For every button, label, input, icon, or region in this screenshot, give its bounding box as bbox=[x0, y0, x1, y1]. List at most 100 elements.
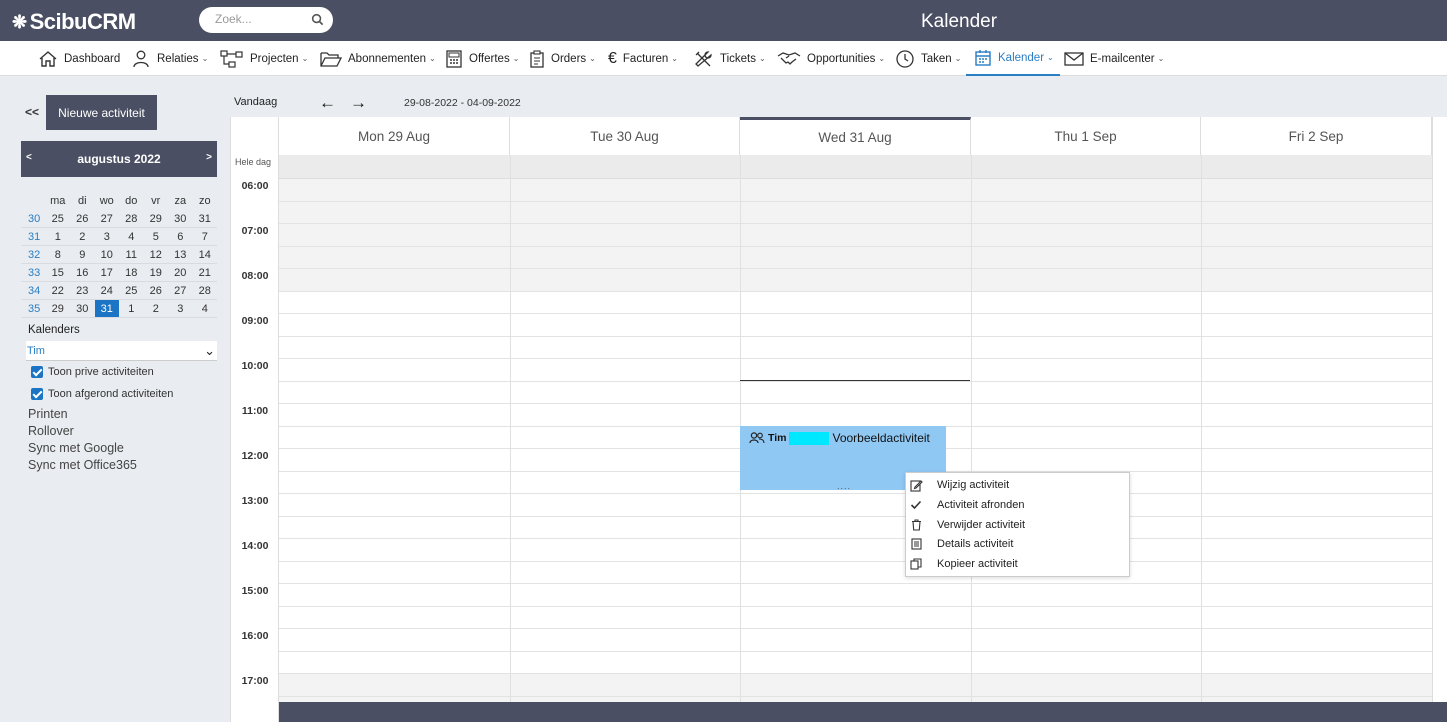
mini-calendar-day[interactable]: 18 bbox=[119, 264, 144, 281]
mini-calendar-day[interactable]: 4 bbox=[193, 300, 218, 317]
search-icon[interactable] bbox=[311, 13, 324, 26]
nav-tickets[interactable]: Tickets ⌄ bbox=[694, 41, 766, 76]
bottom-scrollbar[interactable] bbox=[279, 702, 1447, 722]
sync-google-link[interactable]: Sync met Google bbox=[28, 441, 124, 455]
day-header[interactable]: Mon 29 Aug bbox=[279, 117, 510, 155]
time-slot[interactable] bbox=[279, 652, 1433, 674]
mini-calendar-day[interactable]: 12 bbox=[144, 246, 169, 263]
time-slot[interactable] bbox=[279, 292, 1433, 314]
time-slot[interactable] bbox=[279, 179, 1433, 202]
mini-calendar-day[interactable]: 31 bbox=[193, 210, 218, 227]
nav-emailcenter[interactable]: E-mailcenter ⌄ bbox=[1064, 41, 1164, 76]
nav-opportunities[interactable]: Opportunities ⌄ bbox=[777, 41, 885, 76]
mini-calendar-day[interactable]: 5 bbox=[144, 228, 169, 245]
new-activity-button[interactable]: Nieuwe activiteit bbox=[46, 95, 157, 130]
mini-calendar-day[interactable]: 28 bbox=[119, 210, 144, 227]
search-box[interactable] bbox=[199, 7, 333, 33]
mini-calendar-day[interactable]: 4 bbox=[119, 228, 144, 245]
mini-calendar-day[interactable]: 26 bbox=[144, 282, 169, 299]
search-input[interactable] bbox=[215, 12, 310, 26]
mini-calendar-day[interactable]: 3 bbox=[168, 300, 193, 317]
mini-calendar-day[interactable]: 28 bbox=[193, 282, 218, 299]
mini-calendar-day[interactable]: 22 bbox=[46, 282, 71, 299]
mini-calendar-day[interactable]: 25 bbox=[46, 210, 71, 227]
mini-calendar-day[interactable]: 1 bbox=[119, 300, 144, 317]
menu-activity-details[interactable]: Details activiteit bbox=[906, 534, 1129, 554]
show-completed-checkbox[interactable]: Toon afgerond activiteiten bbox=[31, 388, 173, 400]
time-slot[interactable] bbox=[279, 607, 1433, 629]
mini-calendar-day[interactable]: 29 bbox=[144, 210, 169, 227]
week-number[interactable]: 34 bbox=[21, 282, 46, 299]
nav-kalender[interactable]: Kalender ⌄ bbox=[966, 41, 1060, 76]
mini-calendar-day[interactable]: 24 bbox=[95, 282, 120, 299]
nav-abonnementen[interactable]: Abonnementen ⌄ bbox=[320, 41, 436, 76]
mini-calendar-day[interactable]: 2 bbox=[144, 300, 169, 317]
mini-calendar-day[interactable]: 16 bbox=[70, 264, 95, 281]
time-slot[interactable] bbox=[279, 359, 1433, 382]
menu-complete-activity[interactable]: Activiteit afronden bbox=[906, 495, 1129, 515]
event-resize-handle[interactable]: .... bbox=[837, 481, 851, 491]
nav-taken[interactable]: Taken ⌄ bbox=[895, 41, 961, 76]
mini-calendar-day[interactable]: 15 bbox=[46, 264, 71, 281]
time-slot[interactable] bbox=[279, 674, 1433, 697]
mini-calendar-day[interactable]: 29 bbox=[46, 300, 71, 317]
nav-facturen[interactable]: € Facturen ⌄ bbox=[608, 41, 678, 76]
mini-calendar-day[interactable]: 17 bbox=[95, 264, 120, 281]
time-slot[interactable] bbox=[279, 269, 1433, 292]
week-number[interactable]: 32 bbox=[21, 246, 46, 263]
all-day-row[interactable] bbox=[279, 155, 1433, 179]
nav-relaties[interactable]: Relaties ⌄ bbox=[131, 41, 208, 76]
next-week-arrow-icon[interactable]: → bbox=[350, 93, 367, 113]
day-header[interactable]: Tue 30 Aug bbox=[510, 117, 740, 155]
menu-delete-activity[interactable]: Verwijder activiteit bbox=[906, 515, 1129, 535]
mini-calendar-day[interactable]: 14 bbox=[193, 246, 218, 263]
mini-calendar-day[interactable]: 23 bbox=[70, 282, 95, 299]
previous-week-arrow-icon[interactable]: ← bbox=[319, 93, 336, 113]
time-slot[interactable] bbox=[279, 539, 1433, 562]
menu-copy-activity[interactable]: Kopieer activiteit bbox=[906, 554, 1129, 574]
mini-calendar-day-selected[interactable]: 31 bbox=[94, 300, 119, 317]
show-private-checkbox[interactable]: Toon prive activiteiten bbox=[31, 366, 154, 378]
mini-calendar-day[interactable]: 10 bbox=[95, 246, 120, 263]
next-month-button[interactable]: > bbox=[206, 152, 212, 163]
time-slot[interactable] bbox=[279, 382, 1433, 404]
time-slot[interactable] bbox=[279, 246, 1433, 269]
day-header-today[interactable]: Wed 31 Aug bbox=[740, 117, 971, 155]
app-logo[interactable]: ❋ ScibuCRM bbox=[12, 9, 136, 35]
collapse-sidebar-button[interactable]: << bbox=[25, 105, 39, 119]
time-slot[interactable] bbox=[279, 314, 1433, 337]
mini-calendar-day[interactable]: 2 bbox=[70, 228, 95, 245]
time-slot[interactable] bbox=[279, 224, 1433, 247]
time-slot[interactable] bbox=[279, 494, 1433, 517]
mini-calendar-day[interactable]: 21 bbox=[193, 264, 218, 281]
mini-calendar-day[interactable]: 19 bbox=[144, 264, 169, 281]
mini-calendar-day[interactable]: 27 bbox=[168, 282, 193, 299]
mini-calendar-day[interactable]: 9 bbox=[70, 246, 95, 263]
mini-calendar-day[interactable]: 7 bbox=[193, 228, 218, 245]
nav-dashboard[interactable]: Dashboard bbox=[38, 41, 120, 76]
rollover-link[interactable]: Rollover bbox=[28, 424, 74, 438]
mini-calendar-day[interactable]: 13 bbox=[168, 246, 193, 263]
mini-calendar-day[interactable]: 27 bbox=[95, 210, 120, 227]
time-slot[interactable] bbox=[279, 629, 1433, 652]
time-slot[interactable] bbox=[279, 337, 1433, 359]
week-number[interactable]: 33 bbox=[21, 264, 46, 281]
week-number[interactable]: 31 bbox=[21, 228, 46, 245]
mini-calendar-day[interactable]: 30 bbox=[168, 210, 193, 227]
nav-offertes[interactable]: Offertes ⌄ bbox=[445, 41, 519, 76]
print-link[interactable]: Printen bbox=[28, 407, 68, 421]
time-slot[interactable] bbox=[279, 404, 1433, 427]
sync-office365-link[interactable]: Sync met Office365 bbox=[28, 458, 137, 472]
mini-calendar-day[interactable]: 11 bbox=[119, 246, 144, 263]
time-slot[interactable] bbox=[279, 201, 1433, 224]
day-header[interactable]: Thu 1 Sep bbox=[971, 117, 1201, 155]
mini-calendar-day[interactable]: 30 bbox=[70, 300, 95, 317]
week-number[interactable]: 35 bbox=[21, 300, 46, 317]
time-slot[interactable] bbox=[279, 517, 1433, 539]
day-header[interactable]: Fri 2 Sep bbox=[1201, 117, 1432, 155]
menu-edit-activity[interactable]: Wijzig activiteit bbox=[906, 475, 1129, 495]
mini-calendar-day[interactable]: 20 bbox=[168, 264, 193, 281]
prev-month-button[interactable]: < bbox=[26, 152, 32, 163]
mini-calendar-day[interactable]: 26 bbox=[70, 210, 95, 227]
week-number[interactable]: 30 bbox=[21, 210, 46, 227]
